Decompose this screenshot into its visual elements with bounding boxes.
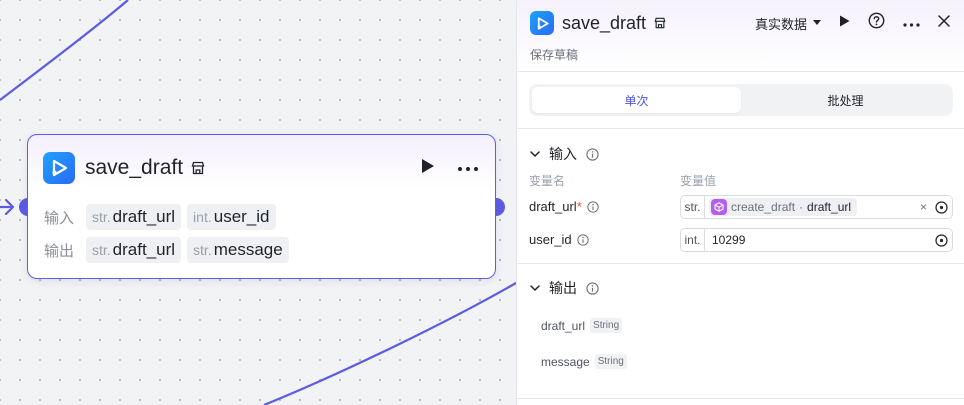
info-icon — [576, 233, 589, 246]
data-mode-label: 真实数据 — [754, 16, 807, 32]
type-tag: int. — [681, 229, 705, 251]
output-item: message String — [541, 354, 627, 369]
panel-title: save_draft — [562, 12, 647, 33]
inputs-label: 输入 — [44, 209, 75, 227]
input-param-chip: int. user_id — [187, 204, 276, 230]
user-id-value[interactable]: 10299 — [712, 233, 745, 247]
output-section-header[interactable]: 输出 — [530, 278, 599, 298]
type-tag: String — [590, 318, 623, 333]
node-test-panel: save_draft 真实数据 保存草稿 单次 批处理 输入 变量名 变量值 d… — [516, 0, 964, 405]
node-outputs-row: 输出 str. draft_url str. message — [44, 237, 289, 263]
node-ref-icon — [711, 199, 727, 215]
clear-reference-icon[interactable]: × — [920, 200, 927, 214]
node-inputs-row: 输入 str. draft_url int. user_id — [44, 204, 276, 230]
param-label-draft-url: draft_url* — [529, 199, 599, 214]
divider — [517, 128, 964, 129]
more-options-icon[interactable] — [903, 14, 920, 32]
user-id-value-field[interactable]: int. 10299 — [680, 228, 953, 252]
draft-url-value-field[interactable]: str. create_draft · draft_url × — [680, 195, 953, 219]
help-icon[interactable] — [868, 12, 885, 34]
outputs-label: 输出 — [44, 242, 75, 260]
store-icon — [654, 17, 666, 29]
info-icon — [586, 147, 599, 161]
column-header-value: 变量值 — [680, 174, 717, 188]
divider — [517, 398, 964, 399]
variable-select-icon[interactable] — [935, 200, 948, 214]
close-icon[interactable] — [938, 14, 950, 32]
column-header-name: 变量名 — [529, 174, 566, 188]
run-icon[interactable] — [839, 14, 850, 32]
tab-single[interactable]: 单次 — [532, 87, 741, 113]
divider — [517, 263, 964, 264]
plugin-app-icon — [43, 152, 75, 184]
panel-header: save_draft 真实数据 保存草稿 — [517, 0, 964, 72]
chevron-down-icon — [530, 150, 540, 157]
data-mode-select[interactable]: 真实数据 — [755, 14, 821, 33]
more-options-icon[interactable] — [457, 159, 479, 177]
run-mode-tabs: 单次 批处理 — [529, 84, 953, 116]
type-tag: str. — [681, 196, 705, 218]
variable-reference-chip[interactable]: create_draft · draft_url — [709, 198, 858, 216]
type-tag: String — [594, 354, 627, 369]
output-param-chip: str. draft_url — [86, 237, 182, 263]
input-section-title: 输入 — [549, 146, 577, 162]
panel-description: 保存草稿 — [530, 48, 579, 62]
info-icon — [586, 281, 599, 295]
input-param-chip: str. draft_url — [86, 204, 182, 230]
output-item: draft_url String — [541, 318, 623, 333]
param-label-user-id: user_id — [529, 232, 589, 247]
input-section-header[interactable]: 输入 — [530, 144, 599, 164]
required-mark: * — [576, 199, 582, 214]
run-node-icon[interactable] — [421, 158, 435, 179]
variable-select-icon[interactable] — [935, 233, 948, 247]
store-icon — [191, 161, 205, 175]
output-section-title: 输出 — [549, 280, 577, 296]
workflow-node-save-draft[interactable]: save_draft 输入 str. draft_url int. user_id … — [27, 134, 496, 279]
node-title: save_draft — [85, 156, 184, 179]
caret-down-icon — [813, 20, 821, 25]
output-param-chip: str. message — [187, 237, 289, 263]
info-icon — [587, 200, 599, 213]
tab-batch[interactable]: 批处理 — [741, 87, 950, 113]
plugin-app-icon — [530, 11, 554, 35]
chevron-down-icon — [530, 284, 540, 291]
